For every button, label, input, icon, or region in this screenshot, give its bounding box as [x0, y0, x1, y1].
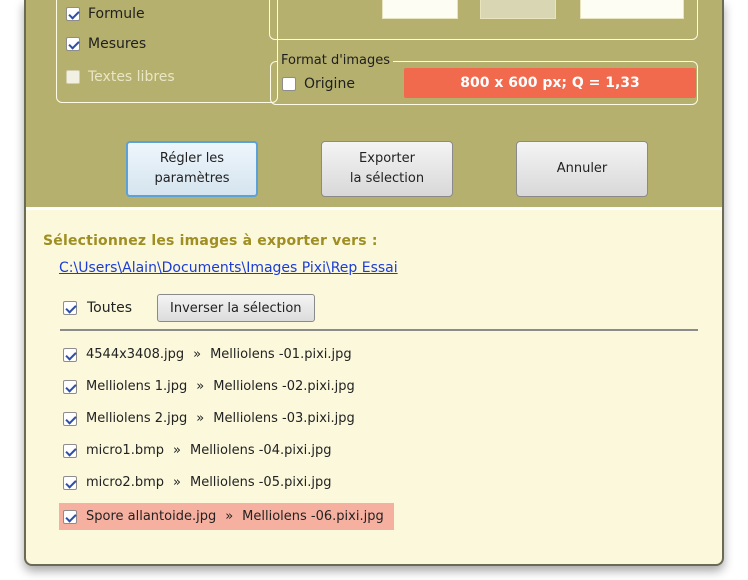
exporter-line1: Exporter — [359, 150, 415, 166]
image-format-value: 800 x 600 px; Q = 1,33 — [404, 68, 696, 98]
format-legend: Format d'images — [278, 53, 394, 68]
settings-panel: Formule Mesures Textes libres Format d'i… — [26, 0, 722, 210]
file-row[interactable]: micro2.bmp » Melliolens -05.pixi.jpg — [63, 469, 342, 496]
divider — [60, 329, 698, 331]
file-checkbox[interactable] — [63, 443, 77, 458]
file-source: Melliolens 2.jpg — [86, 411, 188, 426]
origine-label: Origine — [304, 76, 355, 92]
file-checkbox[interactable] — [63, 411, 77, 426]
annuler-button[interactable]: Annuler — [516, 141, 648, 197]
textes-libres-checkbox — [66, 70, 80, 84]
file-row[interactable]: micro1.bmp » Melliolens -04.pixi.jpg — [63, 437, 342, 464]
option-mesures[interactable]: Mesures — [66, 36, 146, 52]
file-checkbox[interactable] — [63, 475, 77, 490]
regler-line2: paramètres — [154, 171, 230, 186]
file-checkbox[interactable] — [63, 509, 77, 524]
select-all-row: Toutes Inverser la sélection — [63, 294, 315, 322]
textes-libres-label: Textes libres — [88, 69, 175, 85]
arrow-icon: » — [193, 347, 202, 362]
exporter-line2: la sélection — [349, 171, 425, 186]
file-target: Melliolens -05.pixi.jpg — [189, 475, 332, 490]
file-source: Melliolens 1.jpg — [86, 379, 188, 394]
destination-path-link[interactable]: C:\Users\Alain\Documents\Images Pixi\Rep… — [59, 260, 398, 276]
file-source: micro1.bmp — [86, 443, 165, 458]
file-checkbox[interactable] — [63, 347, 77, 362]
arrow-icon: » — [196, 411, 205, 426]
param-field-3[interactable] — [580, 0, 684, 19]
file-target: Melliolens -06.pixi.jpg — [242, 509, 384, 524]
file-row[interactable]: Melliolens 1.jpg » Melliolens -02.pixi.j… — [63, 373, 365, 400]
toutes-label: Toutes — [87, 300, 133, 316]
mesures-checkbox[interactable] — [66, 37, 80, 51]
arrow-icon: » — [196, 379, 205, 394]
mesures-label: Mesures — [88, 36, 147, 52]
regler-parametres-button[interactable]: Régler les paramètres — [126, 141, 258, 197]
file-row-highlighted[interactable]: Spore allantoide.jpg » Melliolens -06.pi… — [59, 503, 394, 530]
export-dialog: Formule Mesures Textes libres Format d'i… — [24, 0, 724, 566]
invert-selection-button[interactable]: Inverser la sélection — [157, 294, 315, 322]
formule-label: Formule — [88, 6, 145, 22]
file-target: Melliolens -01.pixi.jpg — [210, 347, 352, 362]
origine-checkbox[interactable] — [282, 77, 296, 91]
selection-title: Sélectionnez les images à exporter vers … — [43, 233, 378, 249]
file-source: micro2.bmp — [86, 475, 165, 490]
file-checkbox[interactable] — [63, 379, 77, 394]
param-field-1[interactable] — [382, 0, 458, 19]
toutes-checkbox[interactable] — [63, 301, 77, 315]
arrow-icon: » — [173, 443, 181, 458]
exporter-selection-button[interactable]: Exporter la sélection — [321, 141, 453, 197]
file-source: Spore allantoide.jpg — [86, 509, 217, 524]
regler-line1: Régler les — [159, 150, 225, 166]
file-row[interactable]: 4544x3408.jpg » Melliolens -01.pixi.jpg — [63, 341, 362, 368]
file-target: Melliolens -02.pixi.jpg — [213, 379, 355, 394]
file-target: Melliolens -03.pixi.jpg — [213, 411, 355, 426]
param-field-2[interactable] — [480, 0, 556, 19]
file-source: 4544x3408.jpg — [86, 347, 185, 362]
arrow-icon: » — [225, 509, 234, 524]
file-target: Melliolens -04.pixi.jpg — [189, 443, 332, 458]
option-origine[interactable]: Origine — [282, 76, 355, 92]
formule-checkbox[interactable] — [66, 7, 80, 21]
option-formule[interactable]: Formule — [66, 6, 145, 22]
annuler-label: Annuler — [556, 160, 608, 176]
arrow-icon: » — [173, 475, 181, 490]
file-row[interactable]: Melliolens 2.jpg » Melliolens -03.pixi.j… — [63, 405, 365, 432]
option-textes-libres: Textes libres — [66, 69, 175, 85]
